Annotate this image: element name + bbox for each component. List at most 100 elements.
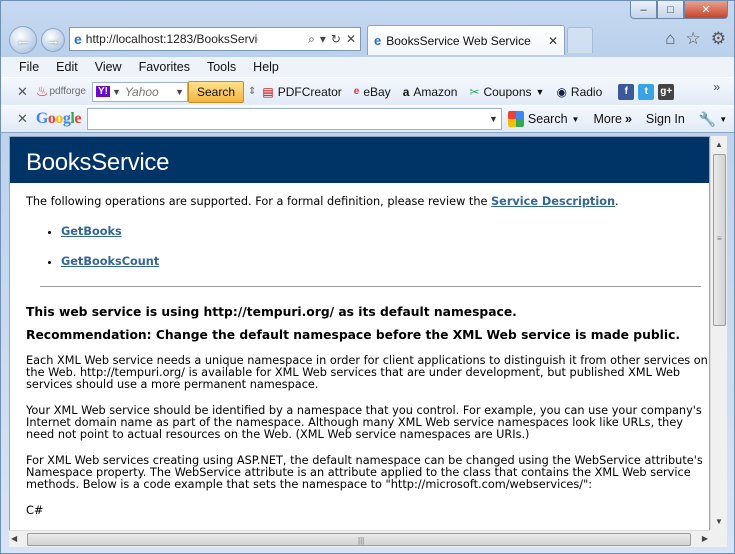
namespace-paragraph-1: Each XML Web service needs a unique name… xyxy=(26,354,708,391)
yahoo-search-button[interactable]: Search xyxy=(187,80,245,103)
flame-icon: ♨ xyxy=(35,83,49,99)
new-tab-button[interactable] xyxy=(567,27,593,53)
operations-list: GetBooks GetBooksCount xyxy=(61,226,709,268)
menu-file[interactable]: File xyxy=(19,60,39,74)
background-tabs-ghost xyxy=(361,1,611,19)
close-window-button[interactable]: ✕ xyxy=(684,1,728,19)
browser-command-icons: ⌂ ☆ ⚙ xyxy=(665,29,726,49)
radio-icon: ◉ xyxy=(556,84,567,99)
getbooks-link[interactable]: GetBooks xyxy=(61,225,122,238)
radio-label: Radio xyxy=(570,84,603,99)
namespace-heading: This web service is using http://tempuri… xyxy=(26,305,517,319)
dropdown-icon[interactable]: ▾ xyxy=(320,32,326,47)
chevron-down-icon[interactable]: ▼ xyxy=(112,87,121,97)
menu-bar: File Edit View Favorites Tools Help xyxy=(1,57,734,77)
horizontal-scroll-thumb[interactable]: ||| xyxy=(27,533,691,546)
google-search-input[interactable]: ▼ xyxy=(86,108,502,130)
tools-gear-icon[interactable]: ⚙ xyxy=(711,29,726,49)
horizontal-scrollbar[interactable]: ◀ ||| ▶ xyxy=(9,530,710,547)
ebay-button[interactable]: e eBay xyxy=(354,85,391,99)
menu-tools[interactable]: Tools xyxy=(207,60,236,74)
menu-favorites[interactable]: Favorites xyxy=(139,60,190,74)
code-language-label: C# xyxy=(26,504,44,517)
yahoo-icon: Y! xyxy=(95,86,110,97)
getbookscount-link[interactable]: GetBooksCount xyxy=(61,255,159,268)
yahoo-search-input[interactable]: Y! ▼ Yahoo ▼ xyxy=(91,81,188,102)
list-item: GetBooksCount xyxy=(61,256,709,268)
ie-page-icon: e xyxy=(74,31,82,47)
pdfcreator-label: PDFCreator xyxy=(277,84,342,99)
coupons-button[interactable]: ✂ Coupons ▼ xyxy=(469,85,544,99)
forward-arrow-icon: → xyxy=(45,31,61,49)
divider xyxy=(40,286,701,287)
scrollbar-corner xyxy=(710,530,727,547)
menu-edit[interactable]: Edit xyxy=(56,60,78,74)
pdf-icon: ▤ xyxy=(262,84,274,99)
intro-paragraph: The following operations are supported. … xyxy=(26,196,709,208)
twitter-icon[interactable]: t xyxy=(638,83,655,100)
pdfforge-logo[interactable]: ♨ pdfforge xyxy=(36,83,86,100)
wrench-icon[interactable]: 🔧 xyxy=(699,111,716,128)
google-plus-icon[interactable]: g+ xyxy=(658,83,675,100)
pdfforge-label: pdfforge xyxy=(49,86,86,97)
grip-icon: ||| xyxy=(358,536,365,545)
chevron-down-icon[interactable]: ▼ xyxy=(719,115,727,124)
social-buttons: f t g+ xyxy=(618,83,675,100)
back-button[interactable]: ← xyxy=(9,26,37,54)
maximize-button[interactable]: □ xyxy=(657,1,684,19)
amazon-label: Amazon xyxy=(413,84,458,99)
chevron-down-icon[interactable]: ▼ xyxy=(489,114,498,124)
close-tab-icon[interactable]: ✕ xyxy=(548,34,558,48)
toolbar-overflow-icon[interactable]: » xyxy=(713,80,720,94)
stop-icon[interactable]: ✕ xyxy=(346,32,356,47)
google-logo[interactable]: Google xyxy=(36,110,81,128)
amazon-button[interactable]: a Amazon xyxy=(403,85,458,99)
favorites-star-icon[interactable]: ☆ xyxy=(686,29,701,49)
chevron-down-icon[interactable]: ▼ xyxy=(175,87,184,97)
vertical-scroll-thumb[interactable]: ≡ xyxy=(713,154,726,326)
refresh-icon[interactable]: ↻ xyxy=(331,32,341,47)
double-chevron-icon: » xyxy=(624,112,632,126)
more-button[interactable]: More» xyxy=(593,112,631,126)
coupon-icon: ✂ xyxy=(469,84,480,99)
vertical-scrollbar[interactable]: ▲ ≡ ▼ xyxy=(710,136,727,530)
google-search-button[interactable]: Search ▼ xyxy=(507,111,579,127)
chevron-down-icon: ▼ xyxy=(535,86,545,97)
address-url[interactable]: http://localhost:1283/BooksService.asmx xyxy=(86,32,258,46)
scroll-right-icon[interactable]: ▶ xyxy=(702,534,708,543)
scroll-left-icon[interactable]: ◀ xyxy=(11,534,17,543)
window-controls: – □ ✕ xyxy=(630,1,728,19)
namespace-paragraph-2: Your XML Web service should be identifie… xyxy=(26,404,702,441)
close-toolbar-icon[interactable]: ✕ xyxy=(17,84,28,100)
recommendation-heading: Recommendation: Change the default names… xyxy=(26,328,681,342)
amazon-icon: a xyxy=(402,84,410,99)
more-label: More xyxy=(593,112,622,126)
ebay-icon: e xyxy=(353,86,360,97)
minimize-button[interactable]: – xyxy=(630,1,657,19)
search-icon[interactable]: ⌕ xyxy=(308,32,315,47)
home-icon[interactable]: ⌂ xyxy=(665,29,675,49)
forward-button[interactable]: → xyxy=(41,28,65,52)
tab-label: BooksService Web Service xyxy=(386,33,531,48)
service-description-link[interactable]: Service Description xyxy=(491,195,615,208)
address-bar[interactable]: e http://localhost:1283/BooksService.asm… xyxy=(69,27,361,51)
google-search-icon xyxy=(507,111,524,127)
toolbar-grip-icon: ⇕ xyxy=(248,86,257,97)
ie-tab-icon: e xyxy=(374,33,382,48)
browser-window: – □ ✕ ← → e http://localhost:1283/BooksS… xyxy=(0,0,735,554)
address-bar-buttons: ⌕ ▾ ↻ ✕ xyxy=(308,32,356,47)
close-toolbar-icon[interactable]: ✕ xyxy=(17,111,28,127)
pdfcreator-button[interactable]: ▤ PDFCreator xyxy=(262,85,341,99)
menu-help[interactable]: Help xyxy=(253,60,279,74)
intro-end: . xyxy=(615,195,619,208)
menu-view[interactable]: View xyxy=(95,60,122,74)
scroll-up-icon[interactable]: ▲ xyxy=(711,136,727,153)
tab-booksservice[interactable]: e BooksService Web Service ✕ xyxy=(367,25,565,55)
scroll-down-icon[interactable]: ▼ xyxy=(711,513,727,530)
sign-in-button[interactable]: Sign In xyxy=(646,112,685,126)
list-item: GetBooks xyxy=(61,226,709,238)
radio-button[interactable]: ◉ Radio xyxy=(556,85,602,99)
facebook-icon[interactable]: f xyxy=(618,83,635,100)
back-arrow-icon: ← xyxy=(15,31,31,49)
yahoo-placeholder: Yahoo xyxy=(124,84,159,99)
